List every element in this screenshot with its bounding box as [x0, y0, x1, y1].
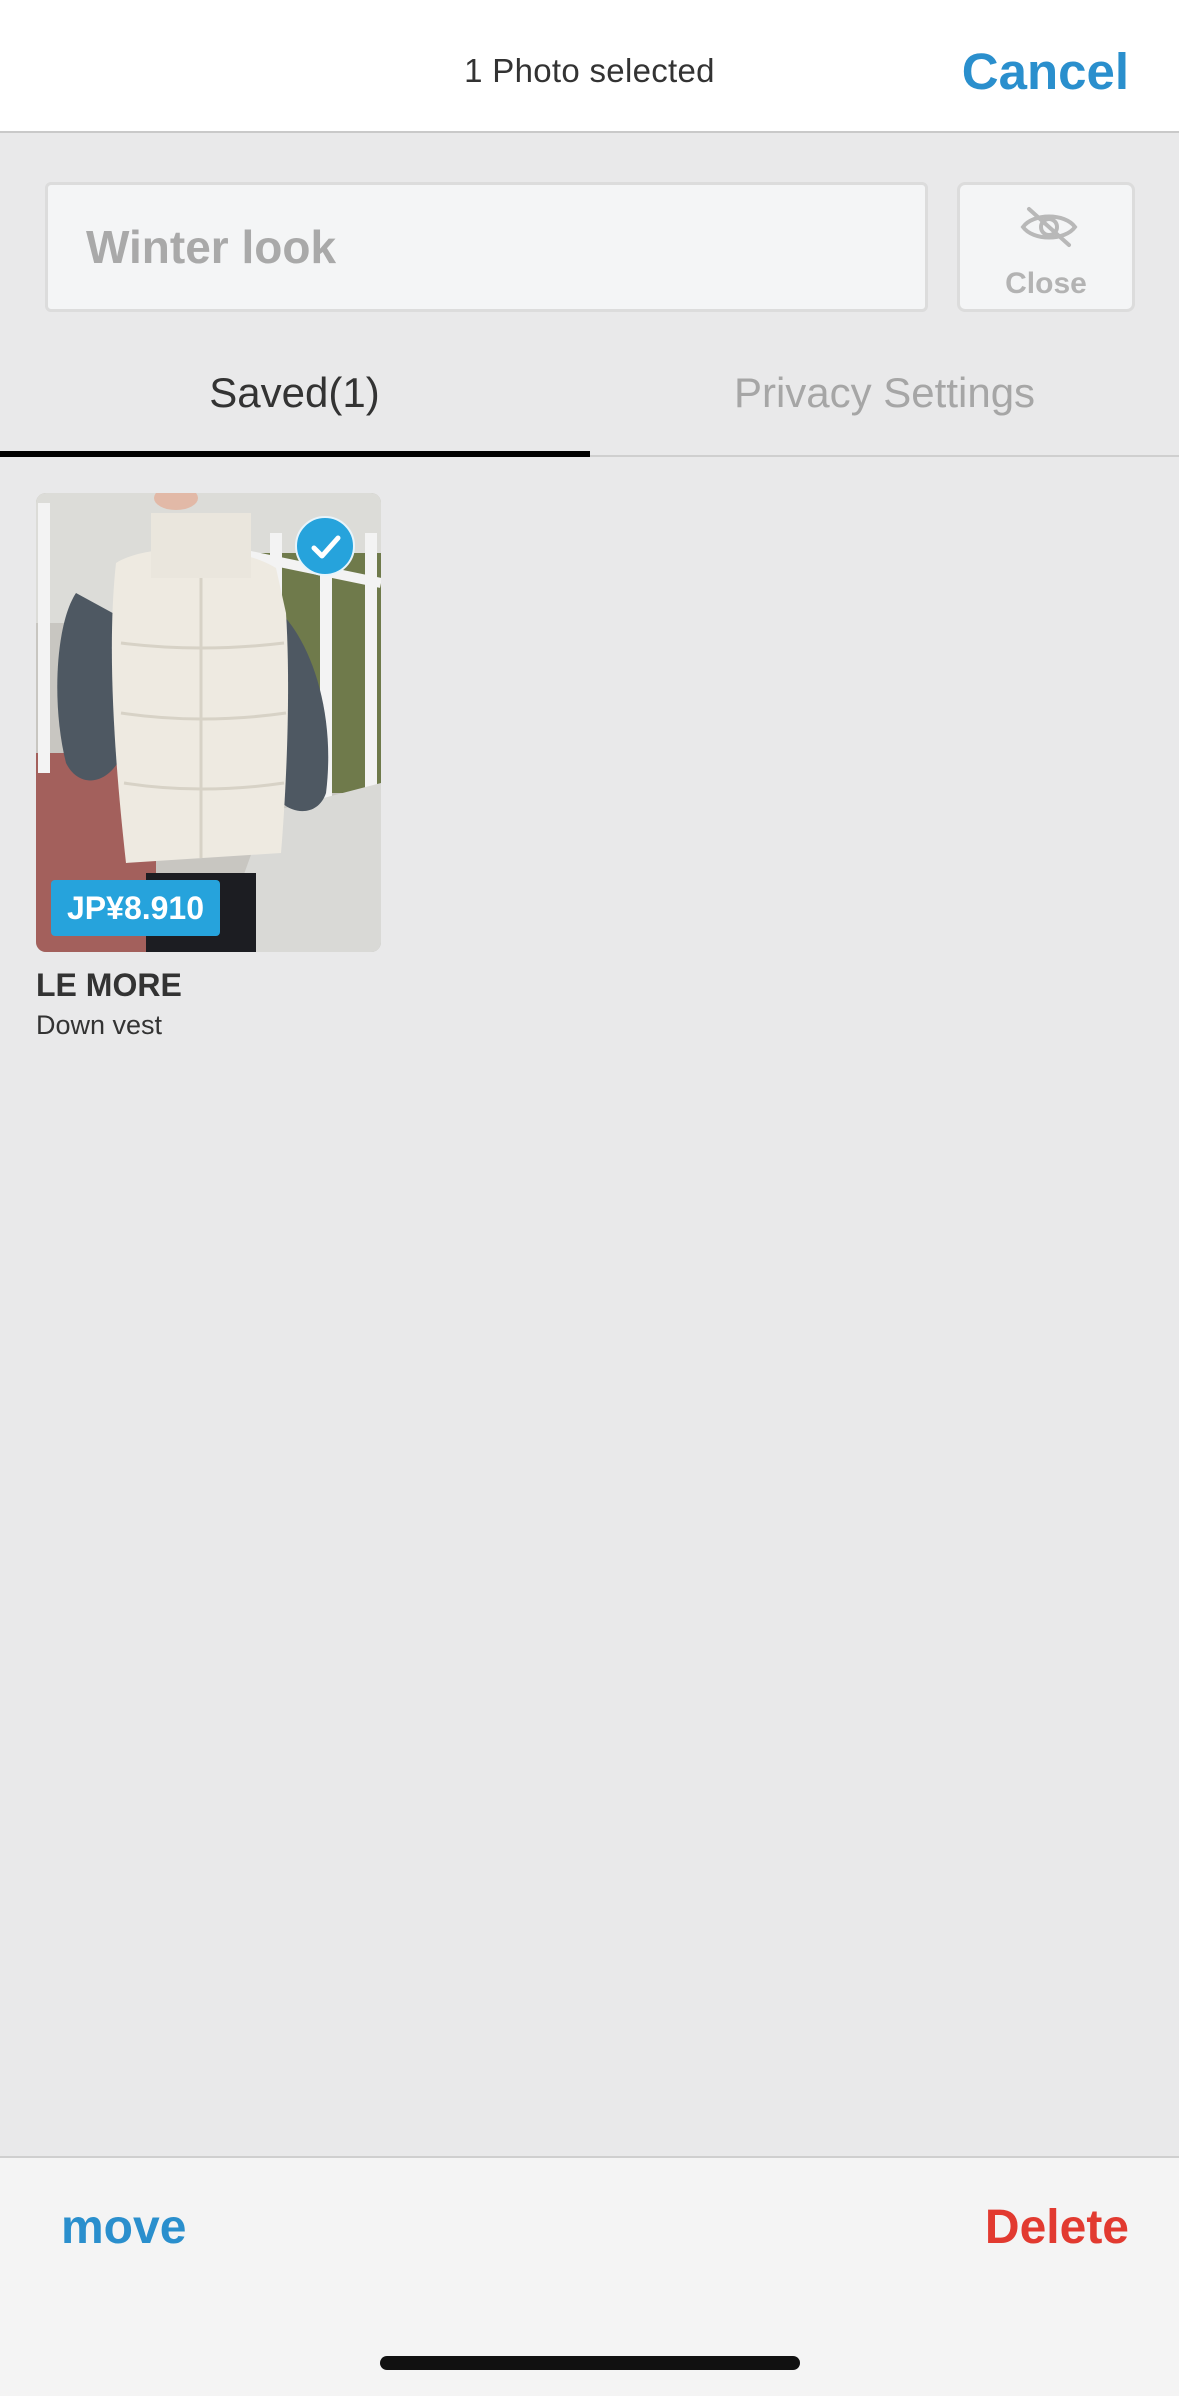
tab-saved[interactable]: Saved(1) [0, 330, 589, 457]
tab-bar: Saved(1) Privacy Settings [0, 330, 1179, 457]
item-photo[interactable]: JP¥8.910 [36, 493, 381, 952]
collection-name-input[interactable] [48, 185, 925, 309]
price-badge: JP¥8.910 [51, 880, 221, 936]
collection-name-field[interactable] [45, 182, 928, 312]
move-button[interactable]: move [61, 2200, 186, 2255]
home-indicator [380, 2356, 800, 2370]
selected-check-icon[interactable] [295, 516, 355, 576]
item-brand: LE MORE [36, 967, 182, 1003]
close-label: Close [1005, 267, 1087, 300]
close-visibility-button[interactable]: Close [957, 182, 1135, 312]
eye-off-icon [1020, 207, 1078, 247]
delete-button[interactable]: Delete [985, 2200, 1129, 2255]
top-bar: 1 Photo selected Cancel [0, 0, 1179, 133]
cancel-button[interactable]: Cancel [962, 42, 1129, 101]
active-tab-indicator [0, 451, 590, 457]
saved-item-card[interactable]: JP¥8.910 LE MORE Down vest [36, 493, 381, 1041]
item-name: Down vest [36, 1010, 163, 1040]
bottom-action-bar: move Delete [0, 2156, 1179, 2396]
tab-privacy-settings[interactable]: Privacy Settings [590, 330, 1179, 457]
